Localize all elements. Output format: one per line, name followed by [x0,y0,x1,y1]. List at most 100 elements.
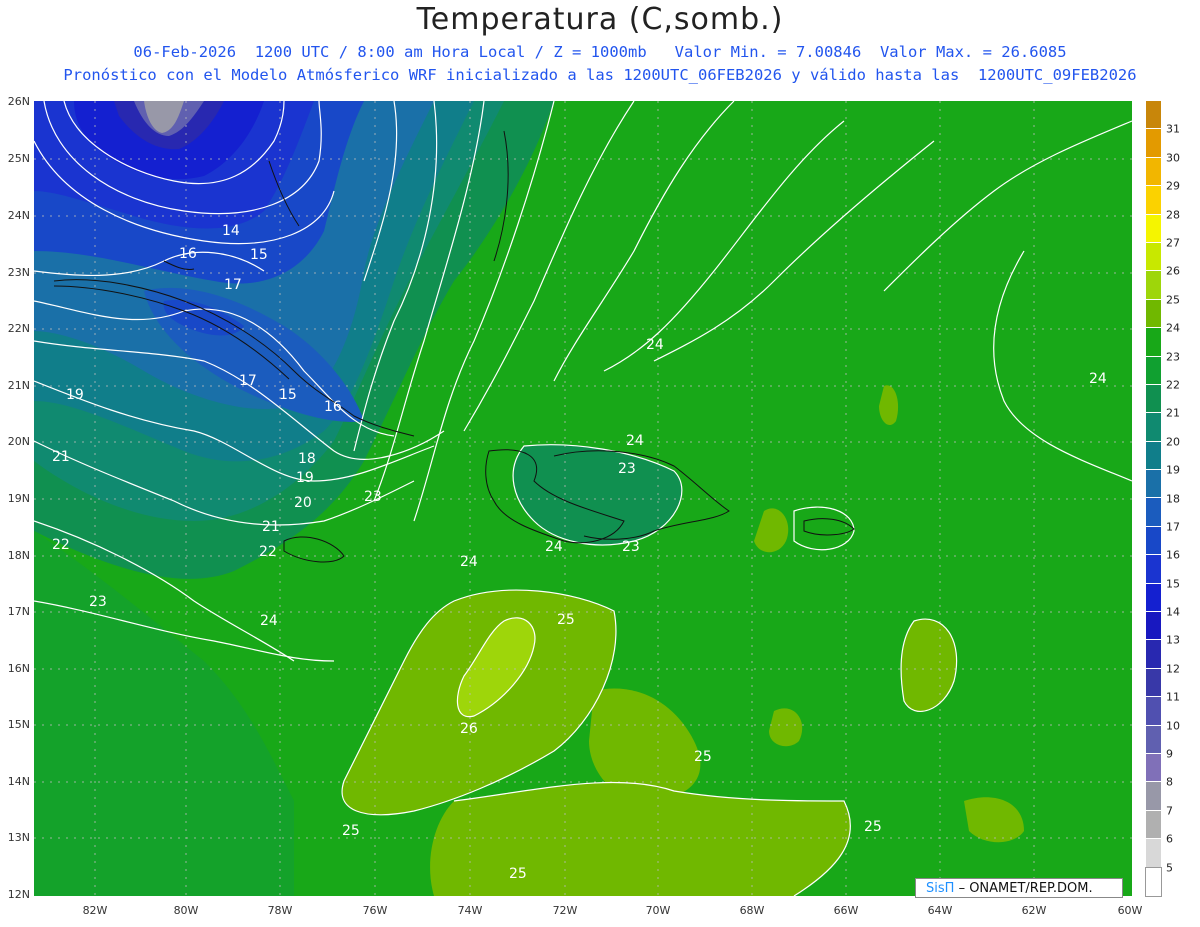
lon-label: 64W [927,904,953,917]
lat-label: 19N [7,492,30,505]
colorbar-label: 13 [1166,633,1180,647]
colorbar-cell [1146,413,1161,442]
contour-label: 23 [618,461,636,477]
colorbar-label: 26 [1166,264,1180,278]
colorbar-label: 5 [1166,861,1173,875]
lon-label: 60W [1117,904,1143,917]
contour-label: 26 [460,721,478,737]
colorbar-cell [1146,186,1161,215]
colorbar-cell [1146,157,1161,187]
contour-label: 25 [694,749,712,765]
contour-label: 25 [864,819,882,835]
map-title: Temperatura (C,somb.) [416,2,784,37]
contour-label: 24 [1089,371,1107,387]
colorbar-cell [1146,214,1161,243]
colorbar-label: 20 [1166,435,1180,449]
lat-label: 13N [7,831,30,844]
colorbar-label: 30 [1166,151,1180,165]
contour-label: 24 [545,539,563,555]
colorbar-label: 21 [1166,406,1180,420]
colorbar-cell [1146,271,1161,300]
lat-label: 18N [7,549,30,562]
contour-label: 16 [324,399,342,415]
contour-label: 21 [262,519,280,535]
contour-label: 14 [222,223,240,239]
colorbar-label: 15 [1166,577,1180,591]
lat-label: 25N [7,152,30,165]
colorbar-cell [1146,441,1161,471]
temperature-map: 14 15 16 17 15 17 16 19 21 18 19 20 23 2… [34,101,1132,896]
colorbar-label: 7 [1166,804,1173,818]
contour-label: 23 [364,489,382,505]
colorbar-label: 19 [1166,463,1180,477]
colorbar-cell [1146,555,1161,584]
lat-label: 14N [7,775,30,788]
colorbar-label: 9 [1166,747,1173,761]
colorbar-cell [1146,526,1161,556]
colorbar-cell [1146,697,1161,726]
valid-time-line: 06-Feb-2026 1200 UTC / 8:00 am Hora Loca… [133,43,1067,61]
colorbar-cell [1146,498,1161,527]
contour-label: 15 [250,247,268,263]
colorbar-cell [1146,242,1161,272]
colorbar-cell [1146,753,1161,783]
colorbar-cell [1146,810,1161,840]
colorbar-cell [1146,129,1161,158]
lon-label: 82W [82,904,108,917]
contour-label: 21 [52,449,70,465]
lon-label: 78W [267,904,293,917]
contour-label: 24 [626,433,644,449]
colorbar-label: 27 [1166,236,1180,250]
colorbar-label: 28 [1166,208,1180,222]
lat-label: 15N [7,718,30,731]
lat-label: 20N [7,435,30,448]
colorbar-label: 24 [1166,321,1180,335]
contour-label: 17 [239,373,257,389]
colorbar-cell [1146,356,1161,385]
colorbar-cell [1146,668,1161,698]
colorbar-cell [1146,612,1161,641]
lon-label: 62W [1021,904,1047,917]
lon-label: 76W [362,904,388,917]
contour-label: 19 [296,470,314,486]
colorbar-cell [1146,583,1161,613]
contour-label: 24 [646,337,664,353]
contour-label: 19 [66,387,84,403]
contour-label: 25 [342,823,360,839]
colorbar-cell [1146,470,1161,499]
contour-label: 24 [260,613,278,629]
colorbar-label: 16 [1166,548,1180,562]
lat-label: 22N [7,322,30,335]
lat-label: 26N [7,95,30,108]
contour-label: 23 [89,594,107,610]
contour-label: 23 [622,539,640,555]
contour-label: 25 [509,866,527,882]
lon-label: 80W [173,904,199,917]
colorbar-label: 6 [1166,832,1173,846]
colorbar-label: 10 [1166,719,1180,733]
colorbar-label: 12 [1166,662,1180,676]
colorbar-label: 31 [1166,122,1180,136]
credit-box: SisΠ – ONAMET/REP.DOM. [915,878,1123,898]
contour-label: 17 [224,277,242,293]
contour-label: 25 [557,612,575,628]
model-info-line: Pronóstico con el Modelo Atmósferico WRF… [63,66,1137,84]
lat-label: 17N [7,605,30,618]
lat-label: 21N [7,379,30,392]
colorbar-cell [1146,101,1161,130]
colorbar-label: 23 [1166,350,1180,364]
colorbar-cell [1146,299,1161,329]
org-label: – ONAMET/REP.DOM. [958,881,1093,896]
colorbar-label: 11 [1166,690,1180,704]
lat-label: 12N [7,888,30,901]
colorbar [1145,101,1162,897]
colorbar-label: 22 [1166,378,1180,392]
contour-label: 22 [52,537,70,553]
lon-label: 66W [833,904,859,917]
lon-label: 70W [645,904,671,917]
contour-label: 24 [460,554,478,570]
contour-label: 15 [279,387,297,403]
colorbar-cell [1146,328,1161,357]
colorbar-label: 8 [1166,775,1173,789]
colorbar-cell [1146,725,1161,754]
